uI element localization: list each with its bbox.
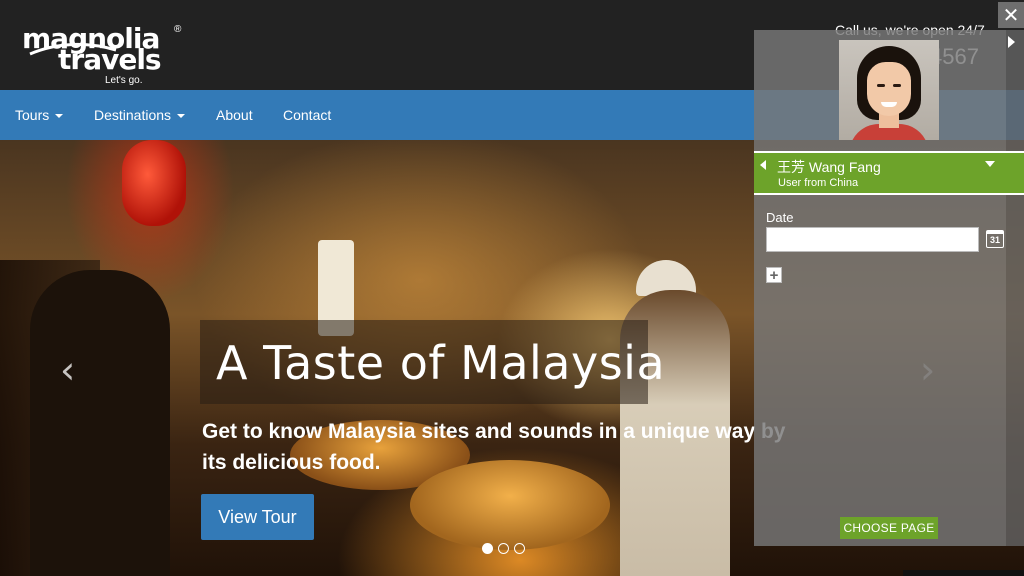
view-tour-button[interactable]: View Tour — [201, 494, 314, 540]
registered-mark: ® — [174, 24, 182, 35]
carousel-dot-2[interactable] — [498, 543, 509, 554]
close-icon[interactable]: ✕ — [998, 2, 1024, 28]
nav-tours[interactable]: Tours — [15, 90, 64, 140]
carousel-prev-icon[interactable]: ‹ — [60, 348, 75, 392]
hero-photo-lantern — [122, 140, 186, 226]
date-field[interactable] — [766, 227, 979, 252]
avatar — [839, 40, 939, 140]
nav-about-label: About — [216, 107, 253, 123]
nav-about[interactable]: About — [216, 90, 253, 140]
hero-subtitle: Get to know Malaysia sites and sounds in… — [202, 420, 786, 474]
date-label: Date — [766, 210, 794, 225]
nav-contact[interactable]: Contact — [283, 90, 331, 140]
carousel-dot-1[interactable] — [482, 543, 493, 554]
avatar-eye — [893, 84, 901, 87]
caret-down-icon — [177, 114, 186, 119]
carousel-dot-3[interactable] — [514, 543, 525, 554]
chevron-down-icon[interactable] — [985, 161, 995, 167]
avatar-face — [867, 62, 911, 116]
nav-tours-label: Tours — [15, 107, 50, 123]
collapse-arrow-icon[interactable] — [1008, 36, 1015, 48]
nav-destinations-label: Destinations — [94, 107, 172, 123]
add-icon[interactable]: + — [766, 267, 782, 283]
avatar-eye — [877, 84, 885, 87]
hero-title: A Taste of Malaysia — [216, 336, 666, 390]
user-name: 王芳 Wang Fang — [777, 159, 881, 175]
choose-page-button[interactable]: CHOOSE PAGE — [840, 517, 938, 539]
nav-contact-label: Contact — [283, 107, 332, 123]
nav-destinations[interactable]: Destinations — [94, 90, 186, 140]
logo[interactable]: magnolia travels ® Let's go. — [22, 18, 222, 88]
logo-swoosh-icon — [29, 42, 117, 56]
caret-down-icon — [55, 114, 64, 119]
page-bottom-edge — [903, 570, 1024, 576]
prev-user-arrow-icon[interactable] — [760, 160, 766, 170]
user-subtitle: User from China — [778, 177, 859, 189]
panel-side-strip — [1006, 30, 1024, 546]
calendar-icon[interactable]: 31 — [986, 230, 1004, 248]
hero-photo-person — [30, 270, 170, 576]
logo-tagline: Let's go. — [105, 75, 143, 86]
avatar-mouth — [881, 102, 897, 107]
